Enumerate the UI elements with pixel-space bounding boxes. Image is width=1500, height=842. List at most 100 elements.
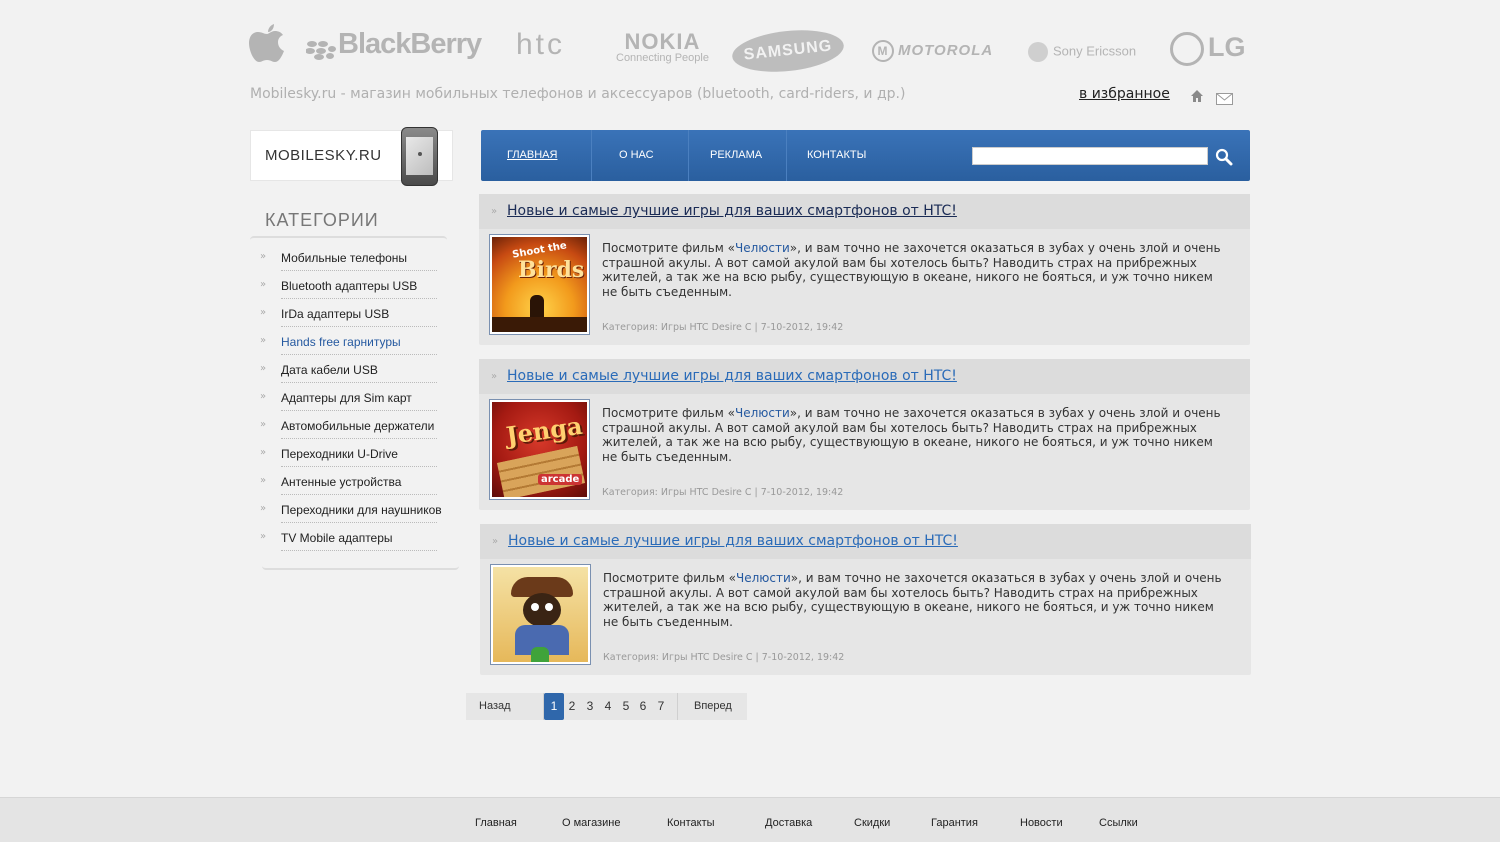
pagination-page[interactable]: 6 <box>634 693 652 720</box>
logo-text: MOBILESKY.RU <box>265 147 382 164</box>
categories-top-border <box>250 236 447 241</box>
pagination-page[interactable]: 2 <box>563 693 581 720</box>
category-label: Bluetooth адаптеры USB <box>281 279 418 293</box>
category-item[interactable]: » Антенные устройства <box>260 469 440 497</box>
motorola-icon: M <box>872 40 894 62</box>
pagination-page[interactable]: 5 <box>617 693 635 720</box>
article-header: » Новые и самые лучшие игры для ваших см… <box>479 194 1250 229</box>
footer-link-contacts[interactable]: Контакты <box>667 817 715 829</box>
mail-icon[interactable] <box>1216 90 1233 105</box>
footer-link-warranty[interactable]: Гарантия <box>931 817 978 829</box>
excerpt-highlight: Челюсти <box>734 406 790 420</box>
footer-link-delivery[interactable]: Доставка <box>765 817 812 829</box>
nav-about[interactable]: О НАС <box>619 130 654 181</box>
category-item[interactable]: » Автомобильные держатели <box>260 413 440 441</box>
article-card: » Новые и самые лучшие игры для ваших см… <box>480 524 1251 675</box>
category-item[interactable]: » Адаптеры для Sim карт <box>260 385 440 413</box>
pagination-prev-link[interactable]: Назад <box>479 700 511 712</box>
footer-link-about[interactable]: О магазине <box>562 817 620 829</box>
sony-ericsson-logo[interactable]: Sony Ericsson <box>1028 42 1136 62</box>
category-item[interactable]: » IrDa адаптеры USB <box>260 301 440 329</box>
article-excerpt: Посмотрите фильм «Челюсти», и вам точно … <box>602 241 1221 299</box>
category-label: TV Mobile адаптеры <box>281 531 393 545</box>
site-logo[interactable]: MOBILESKY.RU <box>250 127 453 186</box>
double-chevron-right-icon: » <box>260 447 267 458</box>
double-chevron-right-icon: » <box>491 206 498 217</box>
pagination-page[interactable]: 4 <box>599 693 617 720</box>
nav-contacts[interactable]: КОНТАКТЫ <box>807 130 866 181</box>
thumbnail-caption-line2: arcade <box>538 474 583 485</box>
nokia-logo[interactable]: NOKIA Connecting People <box>616 31 709 65</box>
category-label: Антенные устройства <box>281 475 402 489</box>
search-icon[interactable] <box>1215 148 1233 166</box>
motorola-logo[interactable]: M MOTOROLA <box>872 40 993 62</box>
category-label: Переходники U-Drive <box>281 447 398 461</box>
add-to-favorites-link[interactable]: в избранное <box>1079 86 1170 102</box>
category-label: Дата кабели USB <box>281 363 378 377</box>
blackberry-icon <box>305 35 336 61</box>
category-label: Hands free гарнитуры <box>281 335 401 349</box>
category-label: Мобильные телефоны <box>281 251 408 265</box>
lg-icon <box>1170 32 1204 66</box>
nav-divider <box>786 130 787 181</box>
pagination-page[interactable]: 7 <box>652 693 670 720</box>
categories-list: » Мобильные телефоны » Bluetooth адаптеры … <box>260 245 442 553</box>
thumbnail-caption-line2: Birds <box>518 257 585 283</box>
article-thumbnail[interactable]: Jenga arcade <box>489 399 590 500</box>
article-title-link[interactable]: Новые и самые лучшие игры для ваших смар… <box>507 368 957 384</box>
category-item[interactable]: » TV Mobile адаптеры <box>260 525 440 553</box>
brand-strip: BlackBerry htc NOKIA Connecting People S… <box>248 22 1248 77</box>
pagination-page-current[interactable]: 1 <box>544 693 564 720</box>
article-header: » Новые и самые лучшие игры для ваших см… <box>479 359 1250 394</box>
article-card: » Новые и самые лучшие игры для ваших см… <box>479 194 1250 345</box>
categories-title: КАТЕГОРИИ <box>265 210 379 230</box>
double-chevron-right-icon: » <box>260 531 267 542</box>
phone-icon <box>401 127 438 186</box>
main-navbar: ГЛАВНАЯ О НАС РЕКЛАМА КОНТАКТЫ <box>481 130 1250 181</box>
article-excerpt: Посмотрите фильм «Челюсти», и вам точно … <box>602 406 1221 464</box>
double-chevron-right-icon: » <box>260 419 267 430</box>
double-chevron-right-icon: » <box>260 503 267 514</box>
home-icon[interactable] <box>1190 88 1204 102</box>
category-item[interactable]: » Переходники U-Drive <box>260 441 440 469</box>
category-item[interactable]: » Переходники для наушников <box>260 497 442 525</box>
nokia-slogan: Connecting People <box>616 52 709 64</box>
thumbnail-caption-line1: Jenga <box>504 410 585 451</box>
category-item[interactable]: » Мобильные телефоны <box>260 245 440 273</box>
article-thumbnail[interactable] <box>490 564 591 665</box>
category-label: Переходники для наушников <box>281 503 442 517</box>
footer-link-discounts[interactable]: Скидки <box>854 817 890 829</box>
apple-logo-icon[interactable] <box>248 22 286 66</box>
article-title-link[interactable]: Новые и самые лучшие игры для ваших смар… <box>507 203 957 219</box>
htc-logo[interactable]: htc <box>516 28 565 62</box>
article-title-link[interactable]: Новые и самые лучшие игры для ваших смар… <box>508 533 958 549</box>
double-chevron-right-icon: » <box>260 391 267 402</box>
double-chevron-right-icon: » <box>260 279 267 290</box>
article-meta: Категория: Игры HTC Desire C | 7-10-2012… <box>602 487 844 498</box>
footer-link-news[interactable]: Новости <box>1020 817 1063 829</box>
article-header: » Новые и самые лучшие игры для ваших см… <box>480 524 1251 559</box>
double-chevron-right-icon: » <box>492 536 499 547</box>
article-meta: Категория: Игры HTC Desire C | 7-10-2012… <box>602 322 844 333</box>
article-thumbnail[interactable]: Shoot the Birds <box>489 234 590 335</box>
category-item-active[interactable]: » Hands free гарнитуры <box>260 329 440 357</box>
footer-link-links[interactable]: Ссылки <box>1099 817 1138 829</box>
double-chevron-right-icon: » <box>260 251 267 262</box>
pagination-next-link[interactable]: Вперед <box>694 700 732 712</box>
search-input[interactable] <box>972 147 1208 165</box>
pagination-page[interactable]: 3 <box>581 693 599 720</box>
categories-bottom-border <box>262 564 459 570</box>
double-chevron-right-icon: » <box>260 307 267 318</box>
lg-logo[interactable]: LG <box>1170 32 1246 66</box>
footer-link-home[interactable]: Главная <box>475 817 517 829</box>
nav-divider <box>688 130 689 181</box>
double-chevron-right-icon: » <box>260 335 267 346</box>
double-chevron-right-icon: » <box>260 475 267 486</box>
samsung-logo[interactable]: SAMSUNG <box>730 25 846 77</box>
excerpt-highlight: Челюсти <box>734 241 790 255</box>
category-item[interactable]: » Дата кабели USB <box>260 357 440 385</box>
nav-advertising[interactable]: РЕКЛАМА <box>710 130 762 181</box>
blackberry-logo[interactable]: BlackBerry <box>305 28 482 61</box>
category-item[interactable]: » Bluetooth адаптеры USB <box>260 273 440 301</box>
nav-home[interactable]: ГЛАВНАЯ <box>507 130 557 181</box>
